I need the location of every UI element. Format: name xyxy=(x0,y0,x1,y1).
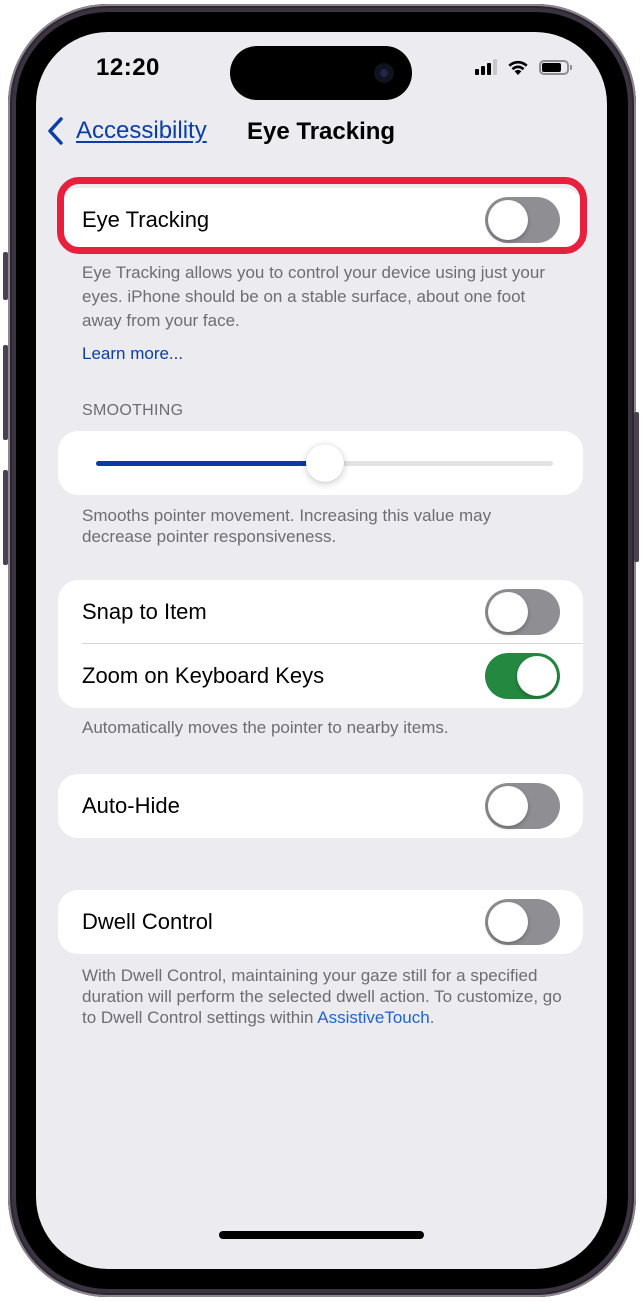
battery-icon xyxy=(539,59,572,75)
smoothing-group xyxy=(58,431,583,495)
auto-hide-toggle[interactable] xyxy=(485,783,560,829)
eye-tracking-toggle[interactable] xyxy=(485,197,560,243)
eye-tracking-description: Eye Tracking allows you to control your … xyxy=(82,263,546,330)
volume-up-button xyxy=(3,345,8,440)
cellular-signal-icon xyxy=(475,59,497,75)
dwell-control-row[interactable]: Dwell Control xyxy=(58,890,583,954)
dwell-control-description: With Dwell Control, maintaining your gaz… xyxy=(82,965,572,1028)
zoom-on-keyboard-keys-label: Zoom on Keyboard Keys xyxy=(82,663,325,688)
volume-down-button xyxy=(3,470,8,565)
dwell-control-label: Dwell Control xyxy=(82,909,213,934)
battery-level xyxy=(542,62,561,72)
learn-more-link[interactable]: Learn more... xyxy=(82,342,183,366)
eye-tracking-label: Eye Tracking xyxy=(82,207,210,232)
wifi-icon xyxy=(508,60,528,75)
zoom-on-keyboard-keys-row[interactable]: Zoom on Keyboard Keys xyxy=(58,644,583,708)
back-button[interactable]: Accessibility xyxy=(46,116,207,146)
auto-hide-label: Auto-Hide xyxy=(82,793,180,818)
chevron-left-icon xyxy=(48,117,63,145)
status-icons xyxy=(475,58,572,76)
snap-to-item-label: Snap to Item xyxy=(82,599,207,624)
home-indicator[interactable] xyxy=(219,1231,424,1239)
status-time: 12:20 xyxy=(96,54,160,81)
screen: 12:20 Accessibility Eye Tracking Eye Tra xyxy=(36,32,607,1269)
auto-hide-group: Auto-Hide xyxy=(58,774,583,838)
pointer-options-description: Automatically moves the pointer to nearb… xyxy=(82,718,449,737)
eye-tracking-group: Eye Tracking xyxy=(58,188,583,252)
slider-fill xyxy=(96,461,325,466)
smoothing-header: SMOOTHING xyxy=(82,402,184,419)
navigation-bar: Accessibility Eye Tracking xyxy=(36,114,607,158)
dwell-control-group: Dwell Control xyxy=(58,890,583,954)
smoothing-slider[interactable] xyxy=(96,444,553,482)
eye-tracking-row[interactable]: Eye Tracking xyxy=(58,188,583,252)
pointer-options-group: Snap to Item Zoom on Keyboard Keys xyxy=(58,580,583,708)
page-title: Eye Tracking xyxy=(247,118,396,145)
assistivetouch-link[interactable]: AssistiveTouch xyxy=(317,1008,429,1027)
dynamic-island xyxy=(230,46,412,100)
snap-to-item-row[interactable]: Snap to Item xyxy=(58,580,583,644)
front-camera-icon xyxy=(374,63,394,83)
slider-thumb[interactable] xyxy=(305,444,344,482)
back-label[interactable]: Accessibility xyxy=(76,117,207,145)
snap-to-item-toggle[interactable] xyxy=(485,589,560,635)
power-button xyxy=(634,412,639,562)
smoothing-description: Smooths pointer movement. Increasing thi… xyxy=(82,506,492,546)
zoom-on-keyboard-keys-toggle[interactable] xyxy=(485,653,560,699)
auto-hide-row[interactable]: Auto-Hide xyxy=(58,774,583,838)
dwell-control-description-suffix: . xyxy=(429,1008,435,1027)
action-button xyxy=(3,252,8,300)
dwell-control-toggle[interactable] xyxy=(485,899,560,945)
